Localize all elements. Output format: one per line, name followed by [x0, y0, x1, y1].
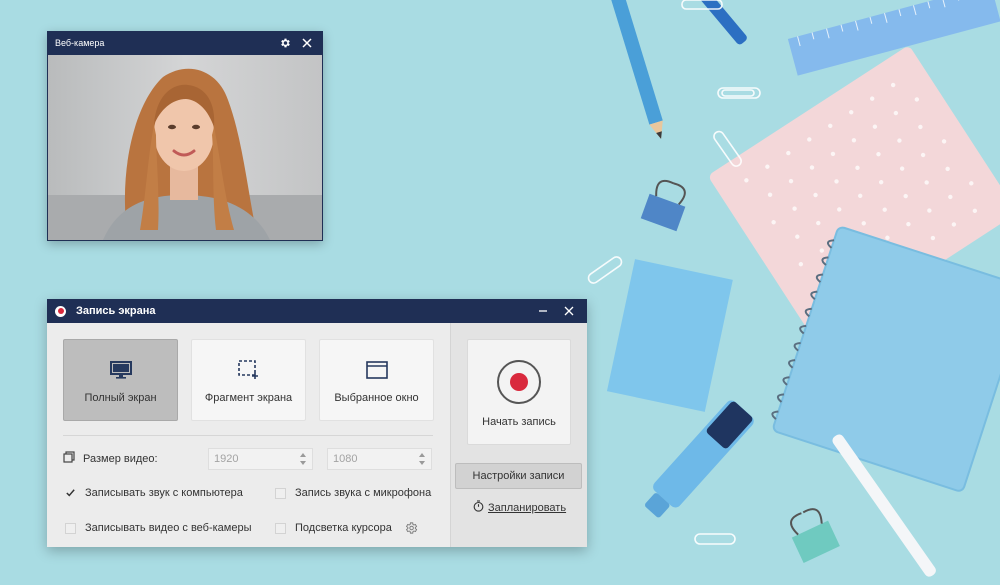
mode-full-screen-label: Полный экран [84, 392, 157, 404]
mode-window-label: Выбранное окно [334, 392, 419, 404]
mode-full-screen-button[interactable]: Полный экран [63, 339, 178, 421]
video-size-label: Размер видео: [83, 453, 158, 465]
window-icon [365, 360, 388, 380]
system-audio-label: Записывать звук с компьютера [85, 487, 243, 499]
screen-recorder-window: Запись экрана Полный экран Фрагмент экра… [47, 299, 587, 547]
cursor-settings-gear-icon[interactable] [404, 521, 418, 540]
video-width-value: 1920 [214, 453, 239, 465]
stepper-down-icon [300, 461, 306, 465]
recorder-actions-panel: Начать запись Настройки записи Запланиро… [450, 323, 587, 547]
record-indicator-icon [55, 305, 66, 317]
cursor-highlight-checkbox[interactable]: Подсветка курсора [275, 522, 392, 534]
recorder-title: Запись экрана [76, 305, 156, 317]
close-button[interactable] [559, 301, 579, 321]
video-height-value: 1080 [333, 453, 358, 465]
stepper-up-icon [419, 453, 425, 457]
minimize-button[interactable] [533, 301, 553, 321]
webcam-window: Веб-камера [47, 31, 323, 241]
width-stepper[interactable] [300, 453, 306, 465]
video-height-input[interactable]: 1080 [327, 448, 432, 470]
webcam-titlebar[interactable]: Веб-камера [47, 31, 323, 55]
recorder-titlebar[interactable]: Запись экрана [47, 299, 587, 323]
checkbox-box [275, 487, 286, 499]
record-icon [497, 360, 541, 404]
video-size-icon [63, 450, 75, 468]
checkbox-box [65, 522, 76, 534]
region-select-icon [237, 360, 260, 380]
webcam-video-label: Записывать видео с веб-камеры [85, 522, 252, 534]
stepper-down-icon [419, 461, 425, 465]
divider [63, 435, 433, 436]
webcam-video-checkbox[interactable]: Записывать видео с веб-камеры [65, 522, 252, 534]
recording-settings-button[interactable]: Настройки записи [455, 463, 582, 489]
schedule-link[interactable]: Запланировать [473, 500, 566, 515]
close-icon[interactable] [299, 35, 315, 51]
checkbox-box [275, 522, 286, 534]
recording-settings-label: Настройки записи [472, 470, 565, 482]
timer-icon [473, 500, 484, 515]
mode-window-button[interactable]: Выбранное окно [319, 339, 434, 421]
recorder-options-panel: Полный экран Фрагмент экрана Выбранное о… [47, 323, 450, 547]
start-recording-button[interactable]: Начать запись [467, 339, 571, 445]
minimize-icon [539, 310, 547, 312]
cursor-highlight-label: Подсветка курсора [295, 522, 392, 534]
height-stepper[interactable] [419, 453, 425, 465]
video-size-row: Размер видео: [63, 448, 158, 470]
schedule-label: Запланировать [488, 501, 567, 514]
video-width-input[interactable]: 1920 [208, 448, 313, 470]
mic-audio-checkbox[interactable]: Запись звука с микрофона [275, 487, 431, 499]
webcam-person-image [48, 55, 322, 240]
monitor-icon [109, 360, 132, 380]
mic-audio-label: Запись звука с микрофона [295, 487, 432, 499]
mode-region-label: Фрагмент экрана [204, 392, 293, 404]
gear-icon[interactable] [277, 35, 293, 51]
system-audio-checkbox[interactable]: Записывать звук с компьютера [65, 487, 243, 499]
start-recording-label: Начать запись [482, 416, 556, 428]
stepper-up-icon [300, 453, 306, 457]
webcam-title: Веб-камера [55, 38, 105, 48]
mode-region-button[interactable]: Фрагмент экрана [191, 339, 306, 421]
close-icon [564, 306, 574, 316]
checkmark-icon [65, 488, 76, 499]
webcam-video-feed [48, 55, 322, 240]
